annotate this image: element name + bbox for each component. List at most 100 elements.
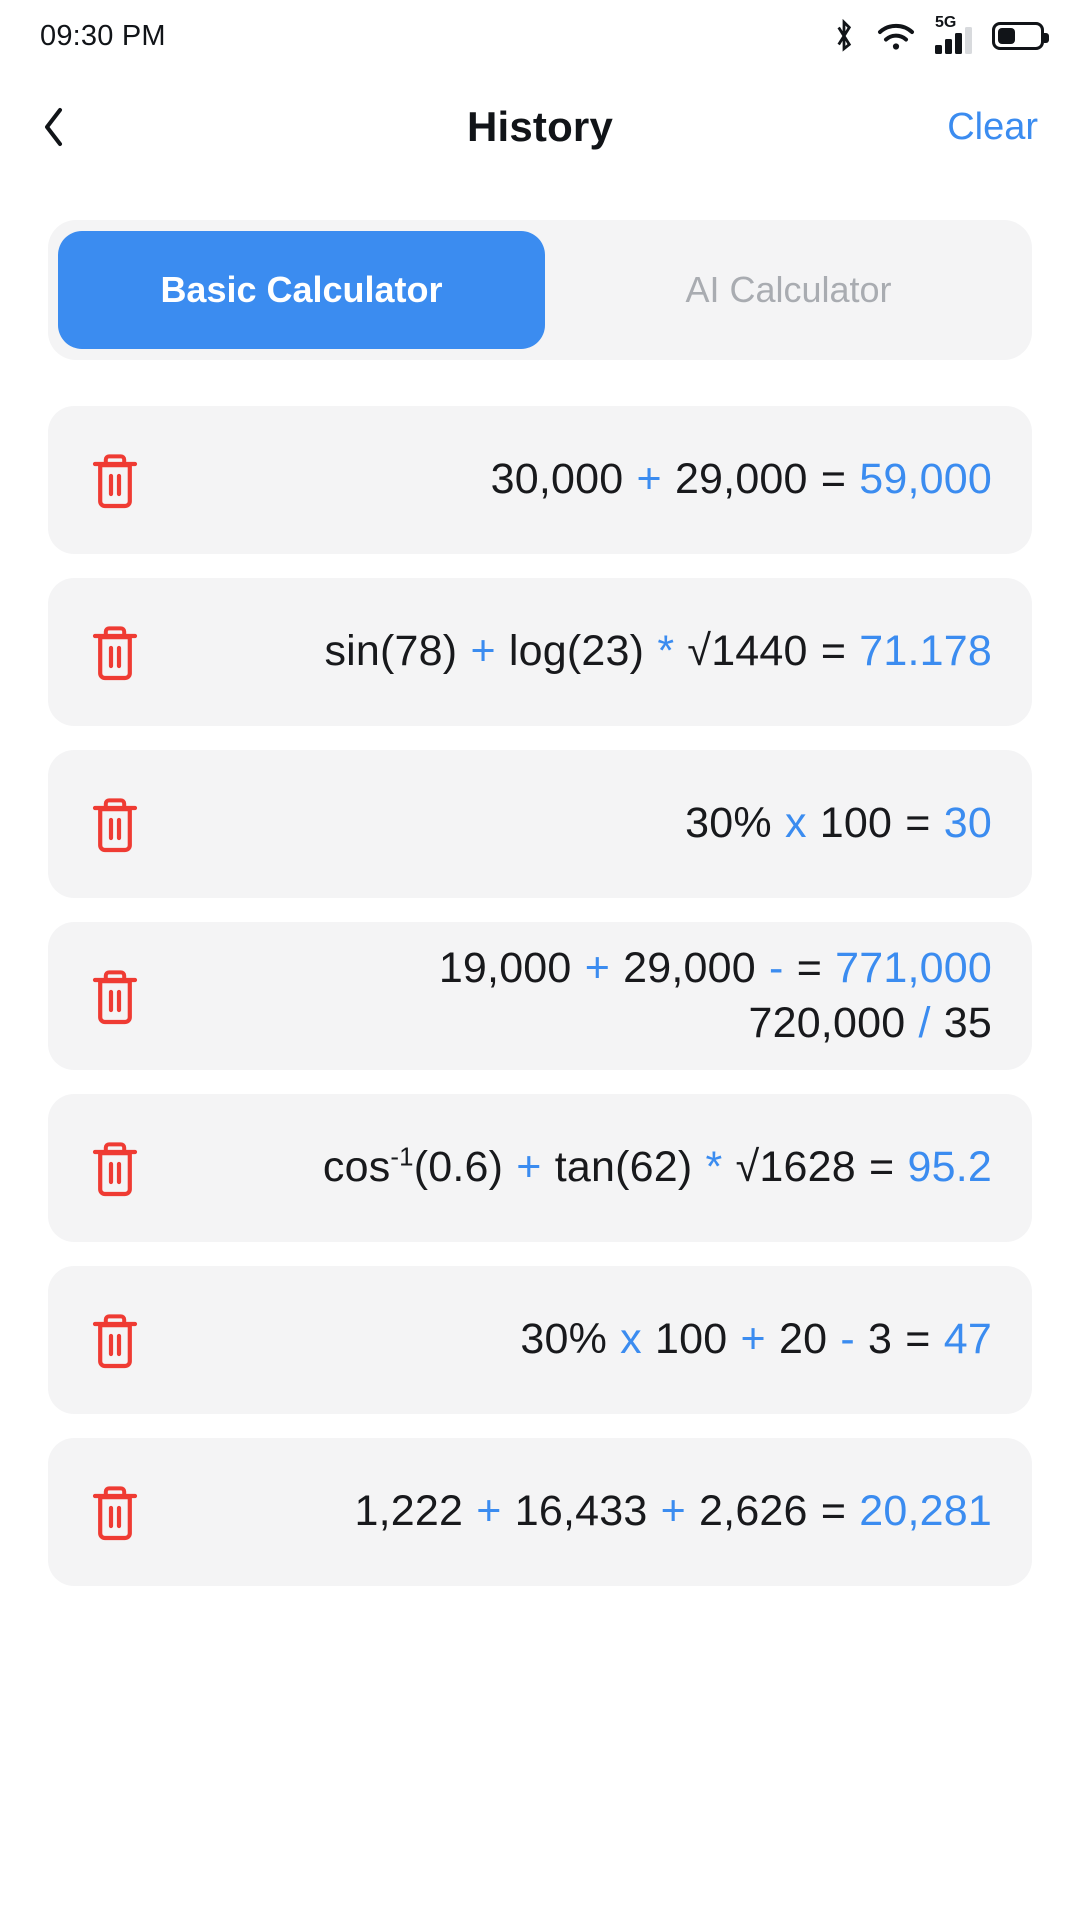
- operand-token: 720,000: [748, 999, 919, 1047]
- app-header: History Clear: [0, 72, 1080, 182]
- signal-bar-3: [955, 33, 962, 54]
- delete-history-item-button[interactable]: [82, 450, 148, 510]
- history-row[interactable]: 19,000 + 29,000 - = 771,000 720,000 / 35: [48, 922, 1032, 1070]
- operator-token: x: [620, 1315, 642, 1364]
- result-value: 47: [930, 1315, 992, 1364]
- tab-ai-calculator-label: AI Calculator: [685, 269, 892, 310]
- operand-token: 30%: [520, 1315, 621, 1364]
- history-row[interactable]: sin(78) + log(23) * √1440 = 71.178: [48, 578, 1032, 726]
- operator-token: *: [657, 627, 675, 676]
- tab-ai-calculator[interactable]: AI Calculator: [545, 231, 1032, 349]
- trash-icon: [92, 1142, 138, 1197]
- history-row[interactable]: 1,222 + 16,433 + 2,626 = 20,281: [48, 1438, 1032, 1586]
- delete-history-item-button[interactable]: [82, 794, 148, 854]
- result-value: 59,000: [846, 455, 992, 504]
- equals-sign: =: [820, 627, 847, 676]
- calculator-mode-tabs: Basic Calculator AI Calculator: [48, 220, 1032, 360]
- history-expression: 30% x 100 + 20 - 3 = 47: [148, 1312, 992, 1367]
- tab-basic-calculator-label: Basic Calculator: [160, 269, 443, 310]
- equals-sign: =: [796, 943, 823, 992]
- operand-token: 30%: [685, 799, 785, 848]
- operator-token: /: [918, 999, 931, 1047]
- trash-icon: [92, 454, 138, 509]
- trash-icon: [92, 970, 138, 1025]
- history-row[interactable]: 30% x 100 + 20 - 3 = 47: [48, 1266, 1032, 1414]
- delete-history-item-button[interactable]: [82, 1138, 148, 1198]
- history-row[interactable]: 30% x 100 = 30: [48, 750, 1032, 898]
- operand-token: 29,000: [661, 455, 821, 504]
- history-expression: 30% x 100 = 30: [148, 796, 992, 851]
- delete-history-item-button[interactable]: [82, 622, 148, 682]
- operand-token: 20: [765, 1315, 841, 1364]
- exponent-token: -1: [390, 1144, 414, 1173]
- operator-token: -: [840, 1315, 855, 1364]
- history-list: 30,000 + 29,000 = 59,000 sin(78) + log(2…: [48, 406, 1032, 1586]
- status-bar-clock: 09:30 PM: [40, 19, 166, 52]
- history-expression: cos-1(0.6) + tan(62) * √1628 = 95.2: [148, 1140, 992, 1195]
- delete-history-item-button[interactable]: [82, 1310, 148, 1370]
- operator-token: x: [784, 799, 807, 848]
- history-row[interactable]: cos-1(0.6) + tan(62) * √1628 = 95.2: [48, 1094, 1032, 1242]
- chevron-left-icon: [45, 108, 62, 146]
- operand-token: 16,433: [501, 1487, 661, 1536]
- page-title: History: [466, 103, 614, 150]
- signal-bar-1: [935, 45, 942, 54]
- equals-sign: =: [820, 455, 847, 504]
- result-value: 20,281: [846, 1487, 992, 1536]
- operator-token: +: [660, 1487, 686, 1536]
- operand-token: [784, 944, 797, 992]
- signal-bar-4: [965, 27, 972, 54]
- operator-token: +: [636, 455, 662, 504]
- trash-icon: [92, 1486, 138, 1541]
- clear-button[interactable]: Clear: [947, 106, 1038, 149]
- operand-token: 19,000: [438, 943, 585, 992]
- trash-icon: [92, 798, 138, 853]
- operator-token: *: [705, 1143, 723, 1192]
- operand-token: 35: [930, 999, 992, 1047]
- network-type-label: 5G: [935, 14, 957, 31]
- operand-token: log(23): [495, 627, 658, 676]
- back-button[interactable]: [42, 99, 98, 155]
- status-bar-icons: 5G: [831, 14, 1049, 54]
- result-value: 95.2: [894, 1143, 992, 1192]
- operand-token: 1,222: [354, 1487, 477, 1536]
- operand-token: 100: [806, 799, 906, 848]
- operator-token: +: [740, 1315, 766, 1364]
- history-expression: 1,222 + 16,433 + 2,626 = 20,281: [148, 1484, 992, 1539]
- equals-sign: =: [869, 1143, 895, 1192]
- battery-icon: [992, 22, 1049, 50]
- bluetooth-icon: [831, 19, 857, 53]
- signal-bars: [935, 27, 972, 54]
- operand-token: √1628: [722, 1143, 870, 1192]
- equals-sign: =: [905, 799, 931, 848]
- operator-token: +: [470, 627, 496, 676]
- signal-bar-2: [945, 39, 952, 54]
- result-value: 771,000: [822, 943, 992, 992]
- result-value: 30: [930, 799, 992, 848]
- history-expression: sin(78) + log(23) * √1440 = 71.178: [148, 624, 992, 679]
- operand-token: 3: [854, 1315, 906, 1364]
- result-value: 71.178: [846, 627, 992, 676]
- equals-sign: =: [820, 1487, 847, 1536]
- operand-token: √1440: [674, 627, 821, 676]
- equals-sign: =: [905, 1315, 931, 1364]
- delete-history-item-button[interactable]: [82, 966, 148, 1026]
- operand-token: 100: [641, 1315, 741, 1364]
- status-bar: 09:30 PM 5G: [0, 0, 1080, 72]
- operand-token: cos: [322, 1143, 391, 1192]
- operand-token: 30,000: [490, 455, 637, 504]
- wifi-icon: [877, 21, 915, 51]
- history-expression: 30,000 + 29,000 = 59,000: [148, 452, 992, 507]
- operand-token: sin(78): [324, 627, 471, 676]
- history-row[interactable]: 30,000 + 29,000 = 59,000: [48, 406, 1032, 554]
- delete-history-item-button[interactable]: [82, 1482, 148, 1542]
- battery-fill: [998, 28, 1015, 44]
- operator-token: +: [584, 943, 610, 992]
- operator-token: +: [516, 1143, 542, 1192]
- operator-token: -: [769, 943, 784, 992]
- tab-basic-calculator[interactable]: Basic Calculator: [58, 231, 545, 349]
- trash-icon: [92, 1314, 138, 1369]
- operand-token: (0.6): [413, 1143, 517, 1192]
- trash-icon: [92, 626, 138, 681]
- cellular-signal-icon: 5G: [935, 14, 972, 54]
